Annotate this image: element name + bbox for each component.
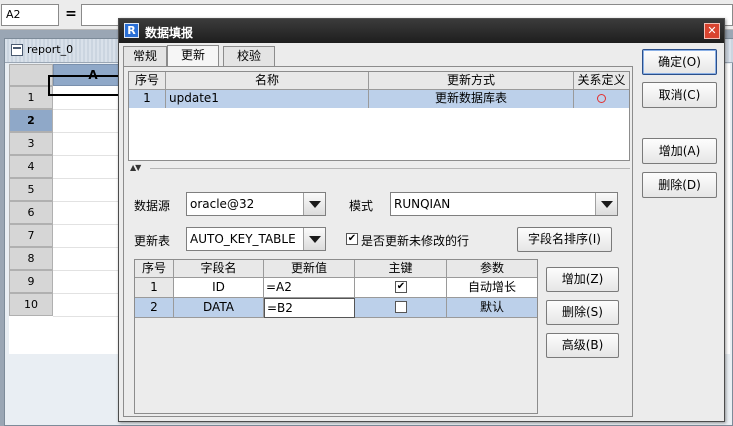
delete-update-button[interactable]: 删除(D) — [642, 172, 717, 198]
report-document-icon — [11, 43, 23, 56]
row-primary-key[interactable] — [355, 298, 447, 318]
cancel-button[interactable]: 取消(C) — [642, 82, 717, 108]
dialog-title: 数据填报 — [145, 26, 194, 40]
primary-key-checkbox[interactable] — [395, 301, 407, 313]
add-field-button[interactable]: 增加(Z) — [546, 267, 619, 292]
row-field-name[interactable]: ID — [174, 278, 264, 298]
relation-circle-icon[interactable] — [597, 94, 606, 103]
dropdown-arrow-icon[interactable] — [303, 228, 325, 250]
row-header[interactable]: 8 — [9, 247, 53, 270]
report-tab-label: report_0 — [27, 43, 74, 56]
row-param[interactable]: 默认 — [447, 298, 537, 318]
row-header[interactable]: 1 — [9, 86, 53, 109]
row-header[interactable]: 6 — [9, 201, 53, 224]
dropdown-arrow-icon[interactable] — [303, 193, 325, 215]
column-header-field-name[interactable]: 字段名 — [174, 260, 264, 278]
tab-general[interactable]: 常规 — [123, 46, 167, 66]
column-header-seq[interactable]: 序号 — [135, 260, 174, 278]
row-update-value-editor[interactable]: =B2 — [264, 298, 355, 318]
cell-reference-box[interactable]: A2 — [1, 4, 59, 26]
table-row[interactable]: 1 update1 更新数据库表 — [129, 90, 629, 108]
table-row[interactable]: 1 ID =A2 ✔ 自动增长 — [135, 278, 537, 298]
datasource-value: oracle@32 — [190, 197, 255, 211]
column-header-seq[interactable]: 序号 — [129, 72, 166, 90]
column-header-primary-key[interactable]: 主键 — [355, 260, 447, 278]
table-row[interactable]: 2 DATA =B2 默认 — [135, 298, 537, 318]
schema-label: 模式 — [349, 199, 374, 213]
panel-splitter[interactable]: ▲▼ — [128, 163, 630, 172]
row-seq: 1 — [135, 278, 174, 298]
splitter-arrows-icon[interactable]: ▲▼ — [130, 163, 141, 172]
row-header[interactable]: 7 — [9, 224, 53, 247]
row-header[interactable]: 2 — [9, 109, 53, 132]
row-update-value[interactable]: =A2 — [264, 278, 355, 298]
update-definitions-table[interactable]: 序号 名称 更新方式 关系定义 1 update1 更新数据库表 — [128, 71, 630, 161]
schema-value: RUNQIAN — [394, 197, 451, 211]
row-param[interactable]: 自动增长 — [447, 278, 537, 298]
close-button[interactable]: ✕ — [704, 23, 720, 39]
row-header[interactable]: 5 — [9, 178, 53, 201]
datasource-select[interactable]: oracle@32 — [186, 192, 326, 216]
sort-fields-button[interactable]: 字段名排序(I) — [517, 227, 612, 252]
schema-select[interactable]: RUNQIAN — [390, 192, 618, 216]
dialog-titlebar[interactable]: R 数据填报 ✕ — [119, 19, 724, 43]
datasource-label: 数据源 — [134, 199, 171, 213]
column-header-params[interactable]: 参数 — [447, 260, 537, 278]
selected-cell-a2[interactable] — [48, 75, 126, 96]
row-header[interactable]: 10 — [9, 293, 53, 316]
tab-validation[interactable]: 校验 — [223, 46, 275, 66]
column-header-update-value[interactable]: 更新值 — [264, 260, 355, 278]
app-logo-icon: R — [124, 23, 139, 38]
update-table-value: AUTO_KEY_TABLE — [190, 232, 296, 246]
row-update-mode: 更新数据库表 — [369, 90, 574, 108]
row-primary-key[interactable]: ✔ — [355, 278, 447, 298]
column-header-name[interactable]: 名称 — [166, 72, 369, 90]
row-name: update1 — [166, 90, 369, 108]
row-header[interactable]: 9 — [9, 270, 53, 293]
data-fill-dialog: R 数据填报 ✕ 常规 更新 校验 序号 名称 更新方式 关系定义 1 upda… — [118, 18, 725, 422]
advanced-button[interactable]: 高级(B) — [546, 333, 619, 358]
update-unmodified-checkbox[interactable]: ✔ — [346, 233, 358, 245]
update-unmodified-label[interactable]: 是否更新未修改的行 — [361, 232, 469, 249]
splitter-line — [150, 168, 630, 169]
row-header[interactable]: 4 — [9, 155, 53, 178]
update-table-label: 更新表 — [134, 234, 171, 248]
row-header[interactable]: 3 — [9, 132, 53, 155]
row-seq: 2 — [135, 298, 174, 318]
fields-table[interactable]: 序号 字段名 更新值 主键 参数 1 ID =A2 ✔ 自动增长 2 DATA … — [134, 259, 538, 414]
grid-corner[interactable] — [9, 64, 53, 86]
formula-equals-button[interactable]: = — [63, 4, 79, 26]
update-tab-panel: 序号 名称 更新方式 关系定义 1 update1 更新数据库表 ▲▼ 数据源 … — [123, 66, 633, 417]
delete-field-button[interactable]: 删除(S) — [546, 300, 619, 325]
add-update-button[interactable]: 增加(A) — [642, 138, 717, 164]
row-field-name[interactable]: DATA — [174, 298, 264, 318]
update-table-select[interactable]: AUTO_KEY_TABLE — [186, 227, 326, 251]
row-relation[interactable] — [574, 90, 629, 108]
row-seq: 1 — [129, 90, 166, 108]
tab-update[interactable]: 更新 — [167, 45, 219, 67]
column-header-relation[interactable]: 关系定义 — [574, 72, 629, 90]
column-header-update-mode[interactable]: 更新方式 — [369, 72, 574, 90]
primary-key-checkbox[interactable]: ✔ — [395, 281, 407, 293]
dropdown-arrow-icon[interactable] — [595, 193, 617, 215]
ok-button[interactable]: 确定(O) — [642, 49, 717, 75]
